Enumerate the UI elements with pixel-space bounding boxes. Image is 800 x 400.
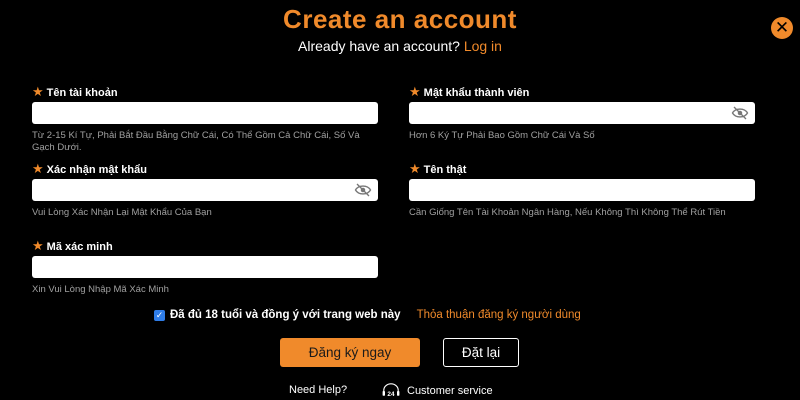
confirm-password-field: ★ Xác nhận mật khẩu Vui Lòng Xác Nhận Lại… (32, 161, 378, 219)
confirm-password-label-text: Xác nhận mật khẩu (46, 164, 147, 176)
password-field: ★ Mật khẩu thành viên Hơn 6 Ký Tự Phải Ba… (409, 84, 755, 142)
password-input-wrap (409, 102, 755, 124)
register-button[interactable]: Đăng ký ngay (280, 338, 420, 367)
username-input-wrap (32, 102, 378, 124)
customer-service-text: Customer service (407, 385, 493, 397)
username-label: ★ Tên tài khoản (32, 84, 378, 99)
real-name-label-text: Tên thật (423, 164, 467, 176)
password-label: ★ Mật khẩu thành viên (409, 84, 755, 99)
eye-slash-icon[interactable] (354, 182, 372, 198)
customer-service-link[interactable]: 24 Customer service (381, 382, 493, 400)
real-name-label: ★ Tên thật (409, 161, 755, 176)
terms-link[interactable]: Thỏa thuận đăng ký người dùng (417, 309, 581, 321)
verification-code-label-text: Mã xác minh (46, 241, 113, 253)
verification-code-input[interactable] (32, 256, 378, 278)
real-name-input[interactable] (409, 179, 755, 201)
username-input[interactable] (32, 102, 378, 124)
headset-24-icon: 24 (382, 383, 400, 398)
real-name-hint: Cần Giống Tên Tài Khoản Ngân Hàng, Nếu K… (409, 207, 726, 218)
headset-24-text: 24 (387, 391, 395, 398)
real-name-field: ★ Tên thật Cần Giống Tên Tài Khoản Ngân H… (409, 161, 755, 219)
password-hint: Hơn 6 Ký Tự Phải Bao Gồm Chữ Cái Và Số (409, 130, 595, 141)
required-star-icon: ★ (32, 238, 44, 253)
password-input[interactable] (409, 102, 755, 124)
real-name-input-wrap (409, 179, 755, 201)
required-star-icon: ★ (32, 84, 44, 99)
close-icon[interactable]: ✕ (771, 17, 793, 39)
reset-button[interactable]: Đặt lại (443, 338, 519, 367)
agreement-row: ✓ Đã đủ 18 tuổi và đồng ý với trang web … (154, 307, 581, 323)
need-help-link[interactable]: Need Help? (289, 384, 347, 396)
verification-code-label: ★ Mã xác minh (32, 238, 378, 253)
confirm-password-label: ★ Xác nhận mật khẩu (32, 161, 378, 176)
agreement-checkbox[interactable]: ✓ (154, 309, 165, 321)
username-hint: Từ 2-15 Kí Tự, Phải Bắt Đầu Bằng Chữ Cái… (32, 130, 360, 153)
username-label-text: Tên tài khoản (46, 87, 118, 99)
login-prompt-text: Already have an account? (298, 38, 460, 54)
confirm-password-input-wrap (32, 179, 378, 201)
eye-slash-icon[interactable] (731, 105, 749, 121)
required-star-icon: ★ (409, 84, 421, 99)
login-link[interactable]: Log in (464, 38, 502, 54)
verification-code-field: ★ Mã xác minh Xin Vui Lòng Nhập Mã Xác Mi… (32, 238, 378, 296)
verification-code-hint: Xin Vui Lòng Nhập Mã Xác Minh (32, 284, 169, 295)
verification-code-input-wrap (32, 256, 378, 278)
required-star-icon: ★ (409, 161, 421, 176)
page-title: Create an account (283, 4, 517, 34)
username-field: ★ Tên tài khoản Từ 2-15 Kí Tự, Phải Bắt Đ… (32, 84, 378, 154)
agreement-text: Đã đủ 18 tuổi và đồng ý với trang web nà… (170, 309, 401, 321)
required-star-icon: ★ (32, 161, 44, 176)
confirm-password-input[interactable] (32, 179, 378, 201)
confirm-password-hint: Vui Lòng Xác Nhận Lại Mật Khẩu Của Bạn (32, 207, 212, 218)
login-prompt: Already have an account? Log in (0, 38, 800, 54)
password-label-text: Mật khẩu thành viên (423, 87, 530, 99)
